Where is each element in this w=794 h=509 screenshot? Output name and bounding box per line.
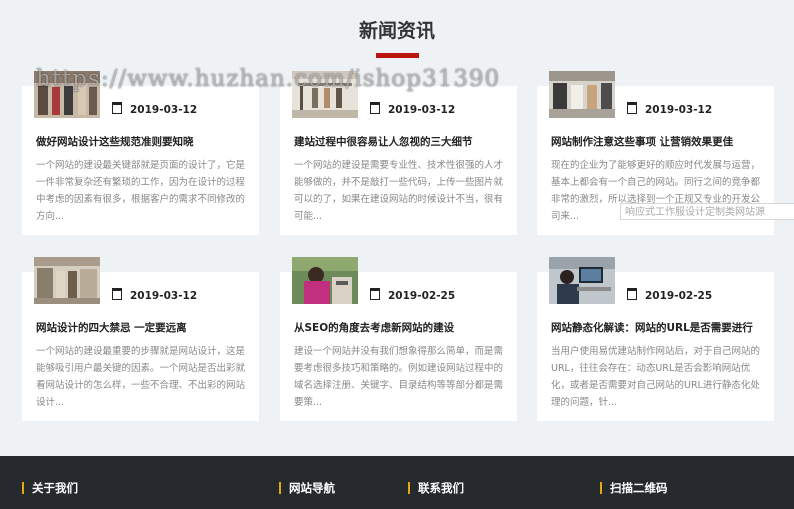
calendar-icon	[112, 102, 122, 114]
site-footer: 关于我们 网站导航 联系我们 扫描二维码	[0, 456, 794, 509]
news-date: 2019-03-12	[627, 102, 712, 116]
news-date: 2019-03-12	[112, 288, 197, 302]
news-thumbnail[interactable]	[549, 257, 615, 304]
news-date: 2019-03-12	[370, 102, 455, 116]
news-date: 2019-02-25	[627, 288, 712, 302]
footer-nav[interactable]: 网站导航	[279, 482, 335, 494]
footer-about[interactable]: 关于我们	[22, 482, 78, 494]
news-thumbnail[interactable]	[549, 71, 615, 118]
news-excerpt: 建设一个网站并没有我们想象得那么简单，而是需要考虑很多技巧和策略的。例如建设网站…	[294, 346, 504, 408]
news-date: 2019-03-12	[112, 102, 197, 116]
news-card[interactable]: 2019-03-12 网站设计的四大禁忌 一定要远离 一个网站的建设最重要的步骤…	[22, 257, 259, 421]
news-card[interactable]: 2019-02-25 从SEO的角度去考虑新网站的建设 建设一个网站并没有我们想…	[280, 257, 517, 421]
news-thumbnail[interactable]	[34, 257, 100, 304]
news-card[interactable]: 2019-03-12 建站过程中很容易让人忽视的三大细节 一个网站的建设是需要专…	[280, 71, 517, 235]
news-title[interactable]: 网站静态化解读：网站的URL是否需要进行	[551, 320, 766, 335]
calendar-icon	[370, 288, 380, 300]
tooltip: 响应式工作服设计定制类网站源	[620, 203, 794, 220]
calendar-icon	[370, 102, 380, 114]
news-excerpt: 一个网站的建设最重要的步骤就是网站设计，这是能够吸引用户最关键的因素。一个网站是…	[36, 346, 246, 408]
watermark-overlay: https://www.huzhan.com/ishop31390	[36, 66, 501, 92]
section-title: 新闻资讯	[358, 20, 435, 42]
title-underline	[376, 53, 419, 58]
news-card[interactable]: 2019-03-12 做好网站设计这些规范准则要知晓 一个网站的建设最关键部就是…	[22, 71, 259, 235]
news-title[interactable]: 做好网站设计这些规范准则要知晓	[36, 134, 251, 149]
news-excerpt: 一个网站的建设是需要专业性、技术性很强的人才能够做的，并不是敲打一些代码，上传一…	[294, 160, 504, 222]
footer-qrcode[interactable]: 扫描二维码	[600, 482, 668, 494]
news-title[interactable]: 网站制作注意这些事项 让营销效果更佳	[551, 134, 766, 149]
news-title[interactable]: 从SEO的角度去考虑新网站的建设	[294, 320, 509, 335]
calendar-icon	[627, 288, 637, 300]
news-excerpt: 当用户使用易优建站制作网站后，对于自己网站的URL，往往会存在：动态URL是否会…	[551, 346, 761, 408]
calendar-icon	[627, 102, 637, 114]
footer-contact[interactable]: 联系我们	[408, 482, 464, 494]
news-title[interactable]: 网站设计的四大禁忌 一定要远离	[36, 320, 251, 335]
news-thumbnail[interactable]	[292, 257, 358, 304]
calendar-icon	[112, 288, 122, 300]
news-card[interactable]: 2019-02-25 网站静态化解读：网站的URL是否需要进行 当用户使用易优建…	[537, 257, 774, 421]
news-title[interactable]: 建站过程中很容易让人忽视的三大细节	[294, 134, 509, 149]
news-date: 2019-02-25	[370, 288, 455, 302]
news-excerpt: 一个网站的建设最关键部就是页面的设计了，它是一件非常复杂还有繁琐的工作，因为在设…	[36, 160, 246, 222]
